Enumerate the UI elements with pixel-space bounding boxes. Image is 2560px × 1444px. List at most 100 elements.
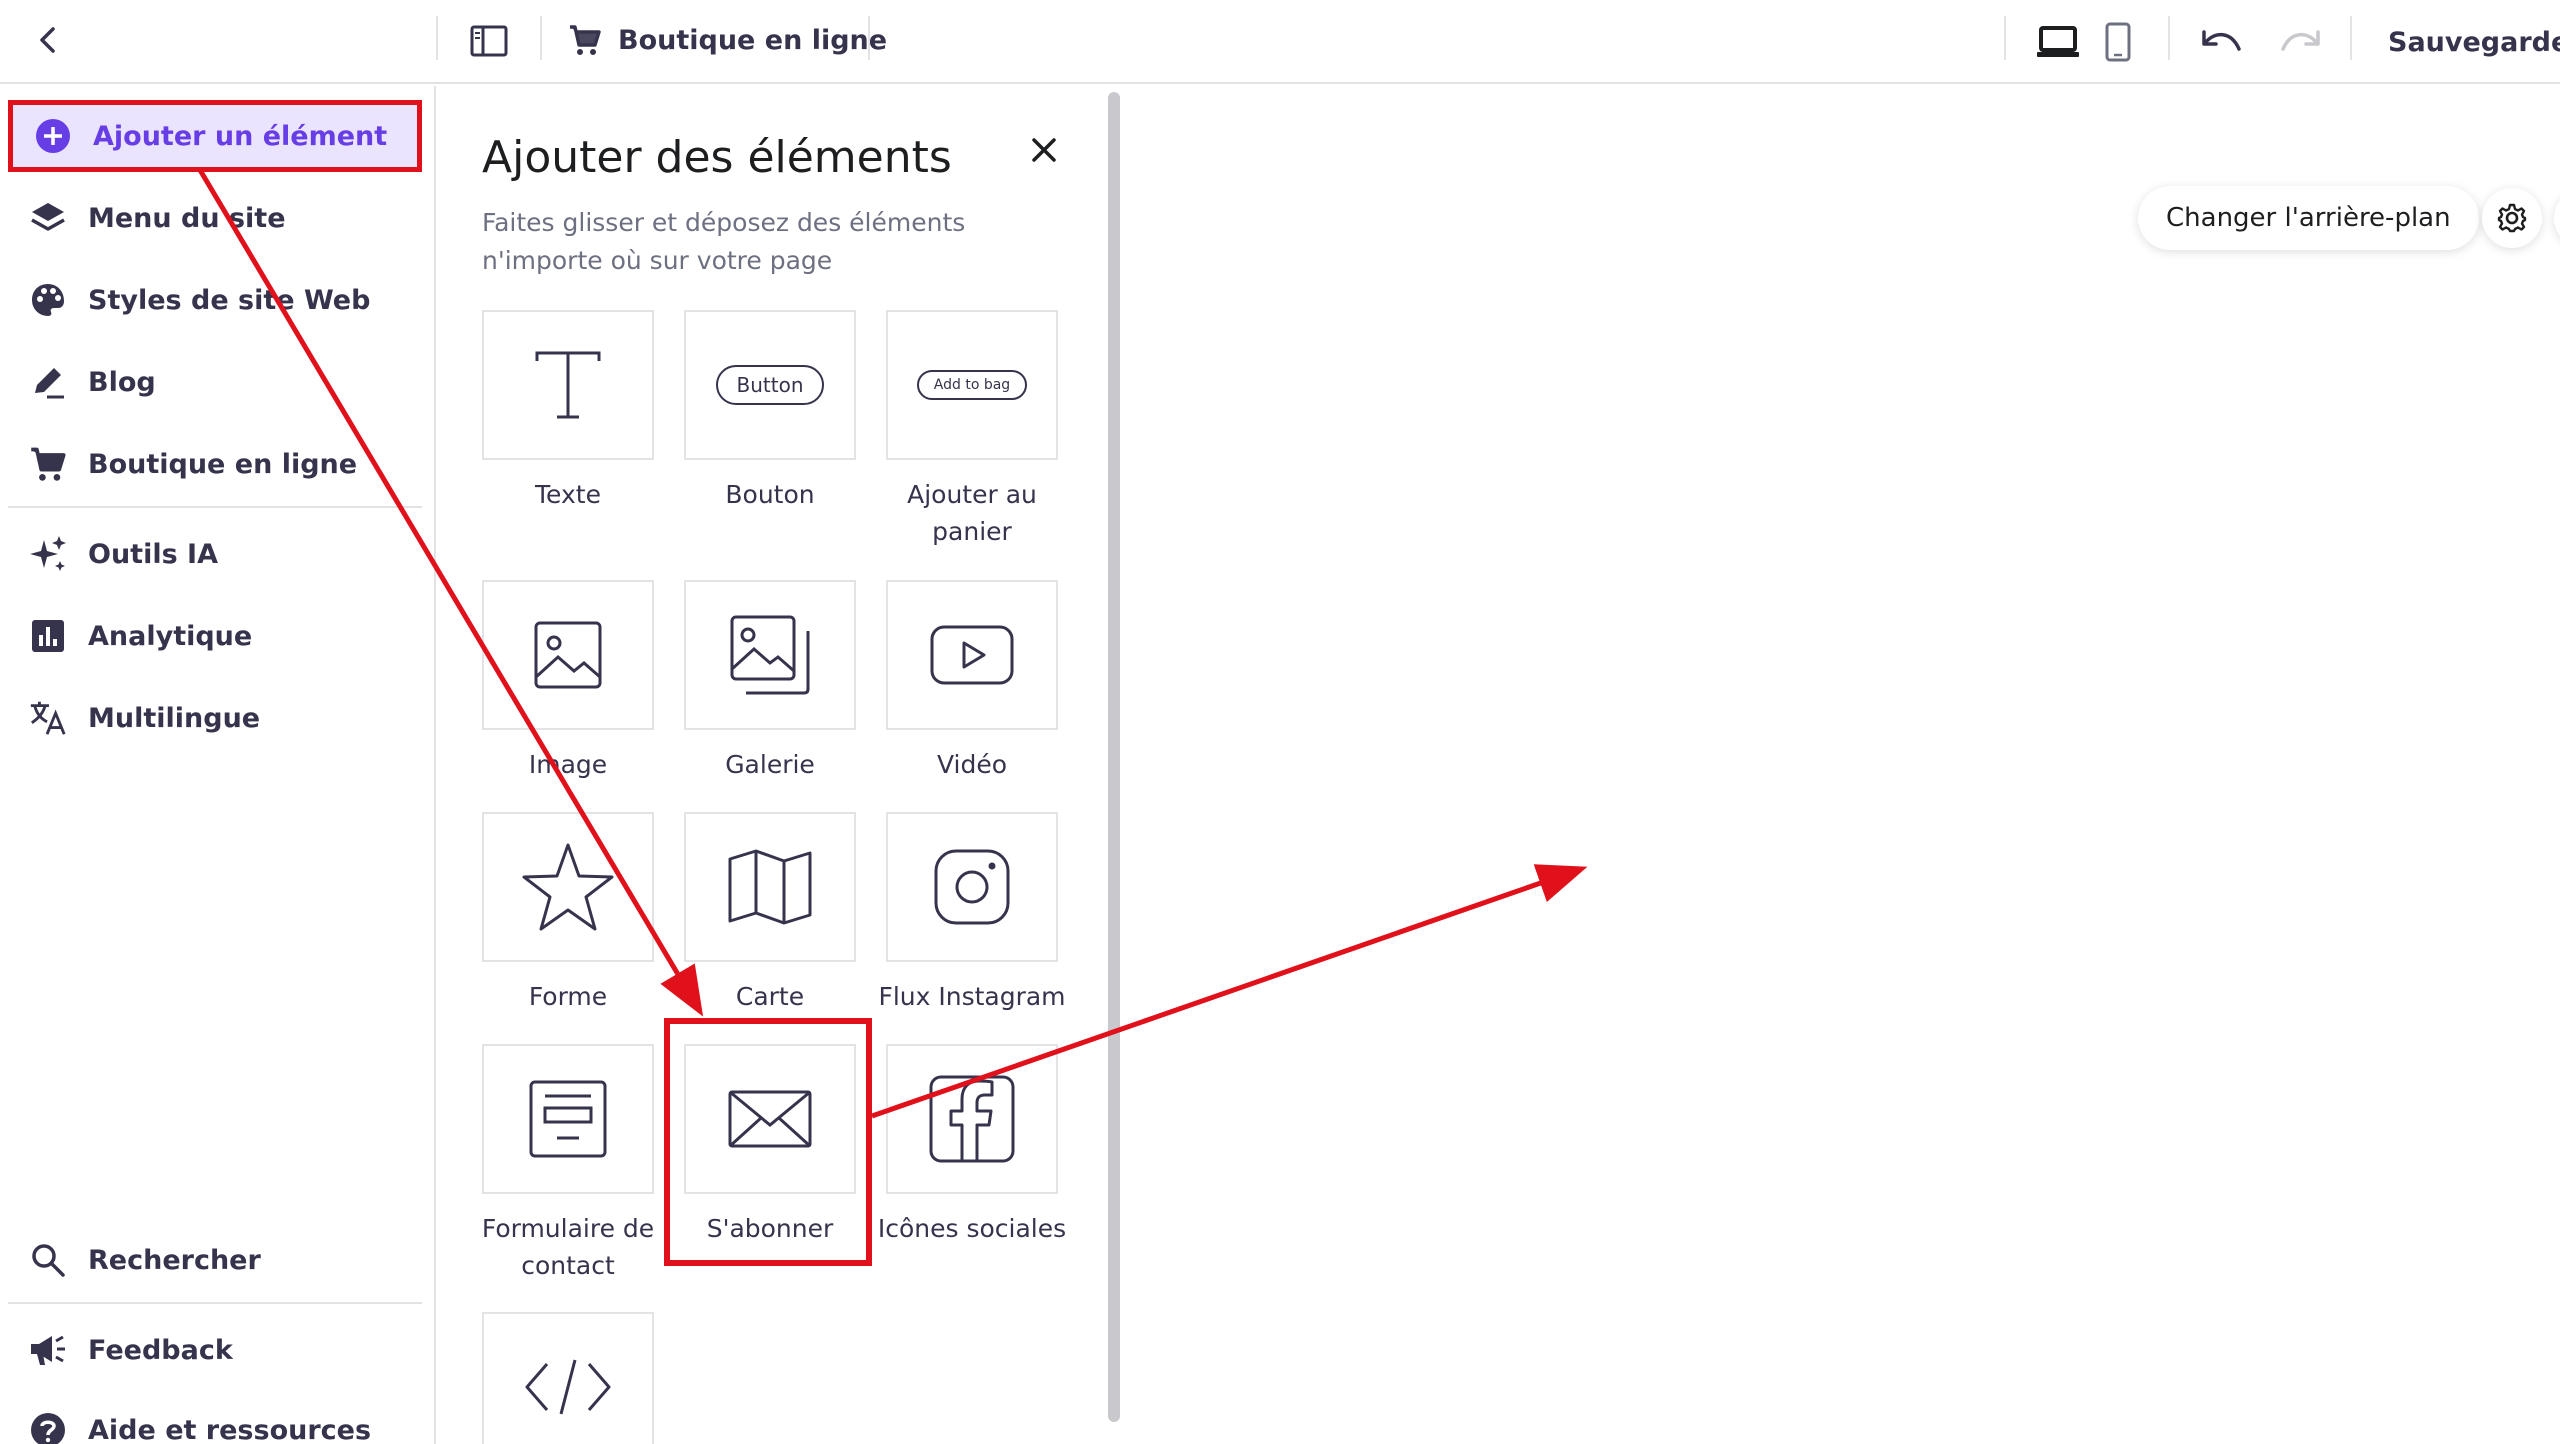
sidebar-item-label: Aide et ressources [88, 1414, 372, 1444]
sidebar-item-label: Menu du site [88, 202, 286, 234]
online-store-label: Boutique en ligne [618, 24, 888, 56]
phone-icon [2105, 22, 2131, 62]
star-icon [522, 843, 614, 931]
video-icon [930, 625, 1014, 685]
redo-button[interactable] [2272, 14, 2328, 70]
element-tile-contact-form[interactable]: Formulaire de contact [482, 1044, 654, 1284]
topbar-divider [868, 16, 870, 60]
undo-icon [2202, 30, 2241, 51]
chevron-left-icon [40, 27, 55, 53]
element-tile-embed-code[interactable] [482, 1312, 654, 1444]
subscribe-tile-highlight [664, 1018, 872, 1266]
sidebar-item-multilingual[interactable]: Multilingue [8, 682, 422, 754]
back-button[interactable] [28, 20, 68, 60]
top-bar: Boutique en ligne Sauvegarder [0, 0, 2560, 84]
cart-icon [28, 444, 68, 484]
sidebar-item-label: Blog [88, 366, 156, 398]
cart-icon [570, 25, 601, 55]
palette-icon [28, 280, 68, 320]
change-background-button[interactable]: Changer l'arrière-plan [2138, 186, 2479, 250]
sidebar-divider [8, 1302, 422, 1304]
pen-icon [28, 362, 68, 402]
sidebar-item-label: Multilingue [88, 702, 261, 734]
element-tile-button[interactable]: Button Bouton [684, 310, 856, 513]
panel-description: Faites glisser et déposez des éléments n… [482, 208, 966, 275]
sidebar-item-feedback[interactable]: Feedback [8, 1314, 422, 1386]
sidebar-item-ai-tools[interactable]: Outils IA [8, 518, 422, 590]
section-toolbar-overflow[interactable] [2554, 188, 2560, 248]
sidebar-item-website-styles[interactable]: Styles de site Web [8, 264, 422, 336]
button-icon: Button [716, 365, 824, 405]
element-tile-gallery[interactable]: Galerie [684, 580, 856, 783]
gallery-icon [730, 615, 810, 695]
topbar-divider [2350, 16, 2352, 60]
element-tile-image[interactable]: Image [482, 580, 654, 783]
online-store-link[interactable]: Boutique en ligne [568, 14, 887, 66]
tile-label: Flux Instagram [878, 982, 1066, 1011]
undo-button[interactable] [2194, 14, 2250, 70]
tile-label: Image [528, 750, 608, 779]
section-settings-button[interactable] [2482, 188, 2542, 248]
sidebar-item-search[interactable]: Rechercher [8, 1224, 422, 1296]
plus-circle-icon [33, 116, 73, 156]
sidebar-item-label: Rechercher [88, 1244, 261, 1276]
analytics-icon [28, 616, 68, 656]
megaphone-icon [28, 1330, 68, 1370]
sidebar-item-add-element[interactable]: Ajouter un élément [8, 100, 422, 172]
translate-icon [28, 698, 68, 738]
tile-label: Formulaire de contact [481, 1214, 655, 1280]
topbar-divider [2004, 16, 2006, 60]
sidebar-item-site-menu[interactable]: Menu du site [8, 182, 422, 254]
element-tile-map[interactable]: Carte [684, 812, 856, 1015]
tile-label: Forme [528, 982, 608, 1011]
close-panel-button[interactable] [1020, 126, 1068, 174]
map-icon [728, 849, 812, 925]
sidebar-item-help[interactable]: Aide et ressources [8, 1394, 422, 1444]
button-preview-text: Button [736, 373, 804, 397]
element-tile-instagram[interactable]: Flux Instagram [878, 812, 1066, 1015]
sidebar-item-label: Styles de site Web [88, 284, 371, 316]
redo-icon [2281, 30, 2320, 51]
left-sidebar: Ajouter un élément Menu du site Styles d… [0, 86, 436, 1444]
element-tile-text[interactable]: Texte [482, 310, 654, 513]
editor-canvas[interactable]: Changer l'arrière-plan [1130, 86, 2560, 1444]
sidebar-item-online-store[interactable]: Boutique en ligne [8, 428, 422, 500]
sidebar-item-blog[interactable]: Blog [8, 346, 422, 418]
search-icon [28, 1240, 68, 1280]
sidebar-item-analytics[interactable]: Analytique [8, 600, 422, 672]
text-icon [535, 351, 601, 419]
save-button[interactable]: Sauvegarder [2388, 16, 2560, 68]
sidebar-toggle-button[interactable] [466, 18, 512, 64]
sidebar-item-label: Analytique [88, 620, 253, 652]
tile-label: Bouton [725, 480, 815, 509]
mobile-view-button[interactable] [2090, 14, 2146, 70]
topbar-divider [436, 16, 438, 60]
add-to-bag-icon: Add to bag [917, 370, 1027, 400]
element-tile-social-icons[interactable]: Icônes sociales [878, 1044, 1066, 1247]
tile-label: Galerie [725, 750, 815, 779]
sidebar-divider [8, 506, 422, 508]
element-tile-video[interactable]: Vidéo [886, 580, 1058, 783]
sidebar-item-label: Ajouter un élément [93, 120, 388, 152]
tile-label: Icônes sociales [877, 1214, 1067, 1243]
topbar-divider [540, 16, 542, 60]
tile-label: Ajouter au panier [907, 480, 1037, 546]
panel-title: Ajouter des éléments [482, 132, 952, 183]
laptop-icon [2037, 26, 2079, 57]
panel-scrollbar[interactable] [1108, 92, 1120, 1422]
element-tile-add-to-cart[interactable]: Add to bag Ajouter au panier [886, 310, 1058, 550]
code-icon [525, 1359, 611, 1415]
sidebar-layout-icon [470, 25, 508, 57]
tile-label: Carte [735, 982, 805, 1011]
sidebar-item-label: Feedback [88, 1334, 233, 1366]
sidebar-item-label: Boutique en ligne [88, 448, 358, 480]
tile-label: Texte [535, 480, 601, 509]
help-icon [28, 1410, 68, 1444]
facebook-icon [929, 1075, 1015, 1163]
sidebar-item-label: Outils IA [88, 538, 219, 570]
element-tile-shape[interactable]: Forme [482, 812, 654, 1015]
add-to-bag-preview-text: Add to bag [933, 377, 1011, 393]
desktop-view-button[interactable] [2030, 14, 2086, 70]
gear-icon [2497, 203, 2527, 233]
instagram-icon [934, 849, 1010, 925]
